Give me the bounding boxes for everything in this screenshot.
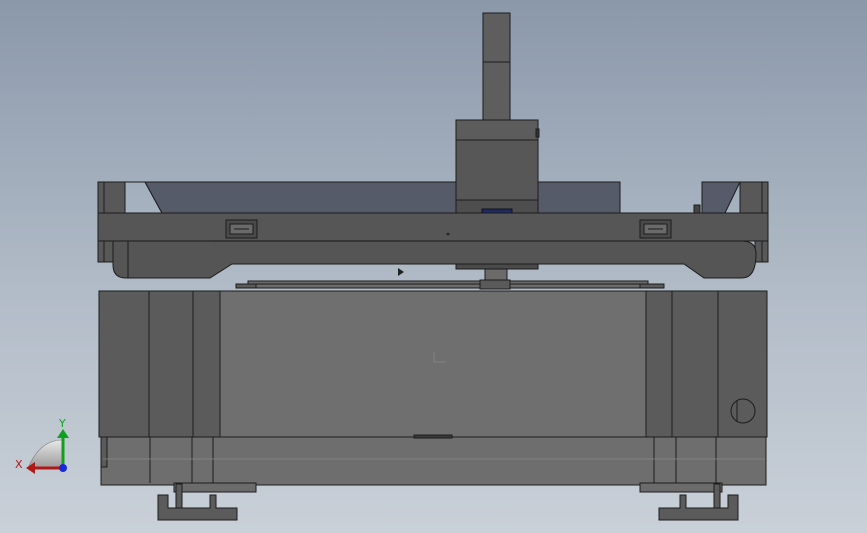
triad-x-label: X xyxy=(15,458,23,471)
guide-rail xyxy=(235,279,665,290)
bed-base xyxy=(100,434,767,493)
triad-y-label: Y xyxy=(58,417,66,430)
gantry-bridge[interactable] xyxy=(112,240,757,282)
coordinate-triad-icon: Y X xyxy=(15,417,69,474)
machine-bed[interactable] xyxy=(98,290,768,438)
beam-bracket-right xyxy=(639,219,672,239)
z-axis-column[interactable] xyxy=(482,12,511,135)
cad-viewport[interactable]: Y X xyxy=(0,0,867,533)
pipe-port[interactable] xyxy=(730,398,756,424)
machine-model: Y X xyxy=(15,12,769,521)
beam-bracket-left xyxy=(225,219,258,239)
